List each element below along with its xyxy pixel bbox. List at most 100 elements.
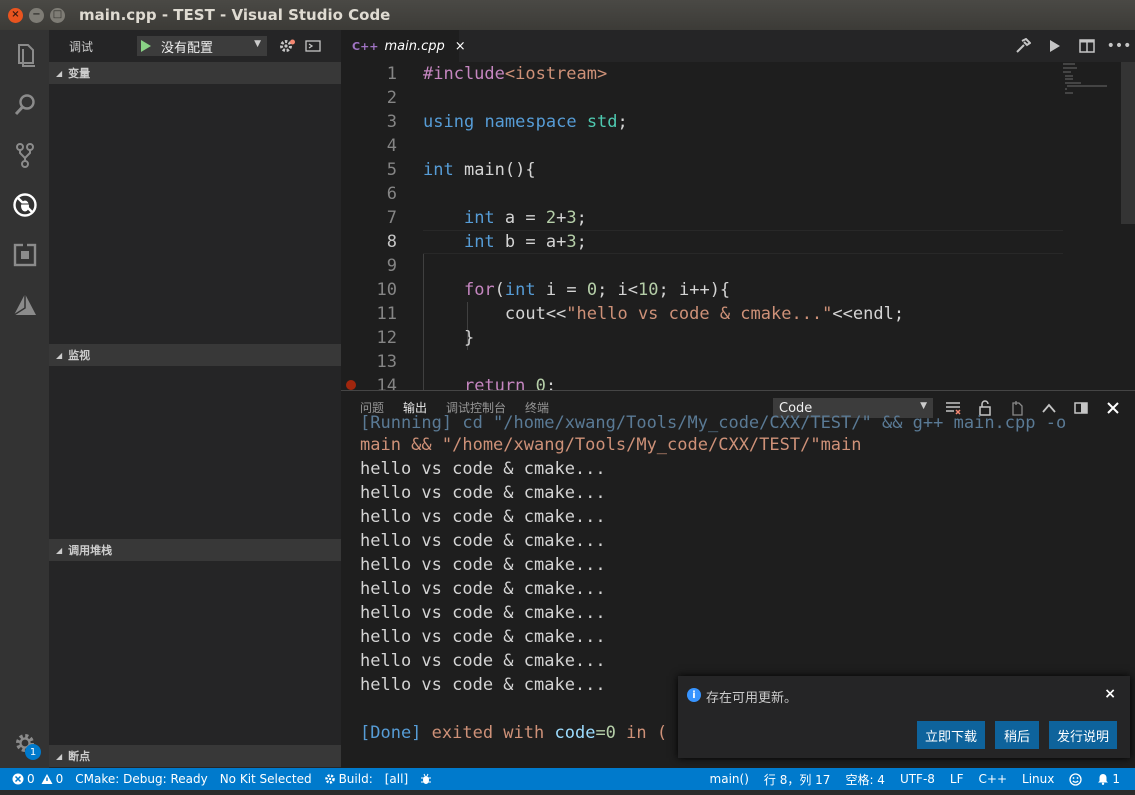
window-maximize-button[interactable]: □ bbox=[50, 7, 65, 23]
build-label: Build: bbox=[338, 772, 373, 786]
indentation-status[interactable]: 空格: 4 bbox=[845, 771, 885, 788]
scope-status[interactable]: main() bbox=[710, 772, 749, 786]
output-line: hello vs code & cmake... bbox=[360, 627, 606, 647]
cmake-button[interactable] bbox=[0, 280, 49, 330]
triangle-down-icon: ◢ bbox=[56, 751, 63, 761]
watch-section-header[interactable]: ◢ 监视 bbox=[49, 344, 341, 366]
more-actions-button[interactable]: ••• bbox=[1103, 30, 1135, 62]
close-panel-button[interactable] bbox=[1097, 391, 1129, 424]
done-code-key: code bbox=[554, 723, 596, 743]
code-line: 5 int main(){ bbox=[341, 158, 1135, 182]
smiley-icon bbox=[1069, 772, 1083, 786]
debug-sidebar: 调试 没有配置 ▼ ◢ 变量 ◢ 监视 ◢ 调用堆栈 ◢ 断点 bbox=[49, 30, 341, 768]
line-number: 2 bbox=[386, 88, 397, 108]
warning-count: 0 bbox=[55, 772, 64, 786]
kit-status[interactable]: No Kit Selected bbox=[220, 772, 312, 786]
window-close-button[interactable]: × bbox=[8, 7, 23, 23]
ellipsis-icon: ••• bbox=[1106, 38, 1132, 54]
search-button[interactable] bbox=[0, 80, 49, 130]
warning-icon bbox=[41, 774, 53, 784]
output-line: hello vs code & cmake... bbox=[360, 579, 606, 599]
files-icon bbox=[17, 44, 35, 67]
code-line: 6 bbox=[341, 182, 1135, 206]
eol-status[interactable]: LF bbox=[950, 772, 964, 786]
debug-target-status[interactable] bbox=[420, 773, 432, 785]
debug-no-bug-icon bbox=[12, 193, 37, 217]
done-text: exited with bbox=[421, 723, 555, 743]
line-number: 9 bbox=[386, 256, 397, 276]
error-icon bbox=[12, 773, 24, 785]
notifications-status[interactable]: 1 bbox=[1097, 772, 1120, 786]
start-debugging-button[interactable] bbox=[137, 36, 155, 56]
debug-config-select[interactable]: 没有配置 ▼ bbox=[155, 36, 267, 56]
run-code-button[interactable] bbox=[1039, 30, 1071, 62]
play-icon bbox=[1050, 40, 1060, 52]
breakpoints-section-header[interactable]: ◢ 断点 bbox=[49, 745, 341, 767]
download-now-button[interactable]: 立即下载 bbox=[917, 721, 985, 749]
notification-message: 存在可用更新。 bbox=[706, 691, 798, 706]
feedback-button[interactable] bbox=[1069, 772, 1083, 786]
source-control-button[interactable] bbox=[0, 130, 49, 180]
tab-main-cpp[interactable]: C++ main.cpp × bbox=[341, 30, 466, 62]
explorer-button[interactable] bbox=[0, 30, 49, 80]
release-notes-button[interactable]: 发行说明 bbox=[1049, 721, 1117, 749]
editor-scrollbar[interactable] bbox=[1121, 62, 1135, 224]
output-line: [Running] cd "/home/xwang/Tools/My_code/… bbox=[360, 413, 1067, 433]
watch-section-title: 监视 bbox=[68, 349, 91, 362]
cursor-position[interactable]: 行 8，列 17 bbox=[764, 771, 831, 788]
platform-status[interactable]: Linux bbox=[1022, 772, 1054, 786]
debug-button[interactable] bbox=[0, 180, 49, 230]
debug-view-title: 调试 bbox=[69, 39, 94, 54]
play-icon bbox=[141, 40, 151, 52]
build-target[interactable]: [all] bbox=[385, 772, 408, 786]
git-branch-icon bbox=[15, 143, 34, 168]
code-line: 4 bbox=[341, 134, 1135, 158]
window-minimize-button[interactable]: − bbox=[29, 7, 44, 23]
notification-close-button[interactable]: × bbox=[1104, 686, 1116, 702]
line-number: 4 bbox=[386, 136, 397, 156]
code-line: 1 #include<iostream> bbox=[341, 62, 1135, 86]
language-mode[interactable]: C++ bbox=[979, 772, 1008, 786]
output-line: hello vs code & cmake... bbox=[360, 651, 606, 671]
editor-tabs-bar: C++ main.cpp × ••• bbox=[341, 30, 1135, 62]
bell-icon bbox=[1098, 774, 1109, 785]
toggle-panel-position-button[interactable] bbox=[1065, 391, 1097, 424]
line-number: 10 bbox=[376, 280, 397, 300]
later-button[interactable]: 稍后 bbox=[995, 721, 1039, 749]
manage-button[interactable] bbox=[0, 718, 49, 768]
code-editor[interactable]: 1 #include<iostream> 2 3 using namespace… bbox=[341, 62, 1135, 390]
status-bar: 0 0 CMake: Debug: Ready No Kit Selected … bbox=[0, 768, 1135, 790]
title-bar: × − □ main.cpp - TEST - Visual Studio Co… bbox=[0, 0, 1135, 30]
output-line: hello vs code & cmake... bbox=[360, 459, 606, 479]
extensions-button[interactable] bbox=[0, 230, 49, 280]
debug-console-button[interactable] bbox=[303, 36, 323, 56]
code-line: 11 cout<<"hello vs code & cmake..."<<end… bbox=[341, 302, 1135, 326]
split-editor-icon bbox=[1079, 39, 1095, 53]
output-line: hello vs code & cmake... bbox=[360, 531, 606, 551]
search-icon bbox=[14, 94, 35, 116]
update-notification: i 存在可用更新。 × 立即下载 稍后 发行说明 bbox=[678, 676, 1130, 758]
line-number: 1 bbox=[386, 64, 397, 84]
terminal-behind-strip bbox=[0, 790, 1135, 795]
encoding-status[interactable]: UTF-8 bbox=[900, 772, 935, 786]
problems-status[interactable]: 0 0 bbox=[12, 772, 63, 786]
minimap[interactable] bbox=[1061, 62, 1121, 102]
call-stack-section-header[interactable]: ◢ 调用堆栈 bbox=[49, 539, 341, 561]
line-number: 12 bbox=[376, 328, 397, 348]
output-line: main && "/home/xwang/Tools/My_code/CXX/T… bbox=[360, 435, 862, 455]
build-status[interactable]: Build: bbox=[324, 772, 373, 786]
done-in: in ( bbox=[615, 723, 668, 743]
info-icon: i bbox=[687, 688, 701, 702]
cmake-status[interactable]: CMake: Debug: Ready bbox=[75, 772, 207, 786]
code-line: 7 int a = 2+3; bbox=[341, 206, 1135, 230]
split-editor-button[interactable] bbox=[1071, 30, 1103, 62]
open-launch-json-button[interactable] bbox=[277, 36, 297, 56]
hammer-icon bbox=[1016, 38, 1031, 53]
output-line: hello vs code & cmake... bbox=[360, 555, 606, 575]
tab-close-button[interactable]: × bbox=[455, 39, 466, 54]
variables-section-header[interactable]: ◢ 变量 bbox=[49, 62, 341, 84]
triangle-down-icon: ◢ bbox=[56, 350, 63, 360]
build-button[interactable] bbox=[1007, 30, 1039, 62]
code-line: 12 } bbox=[341, 326, 1135, 350]
gear-with-dot-icon bbox=[280, 39, 295, 52]
